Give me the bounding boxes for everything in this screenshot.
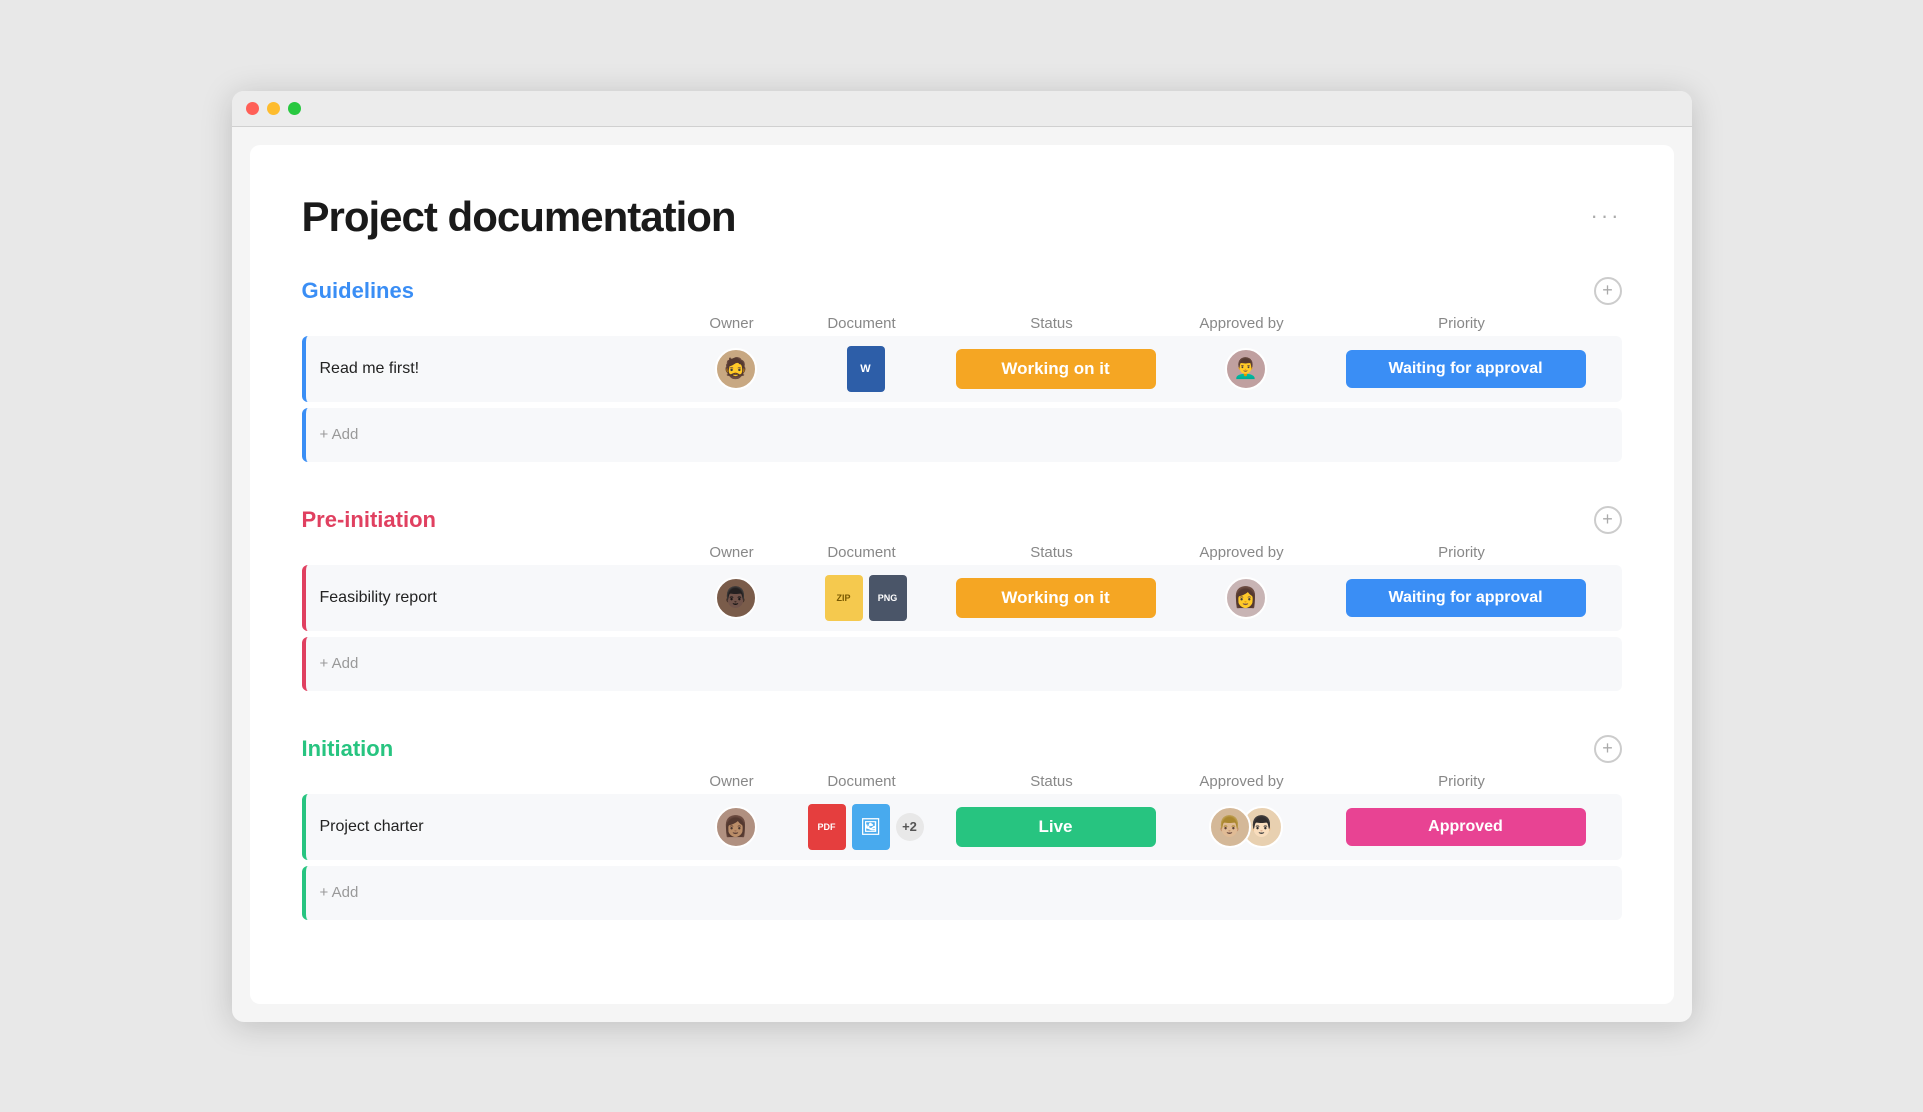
owner-cell: 🧔 [686,348,786,390]
status-cell: Working on it [946,349,1166,389]
owner-cell: 👩🏽 [686,806,786,848]
add-row[interactable]: + Add [302,408,1622,462]
more-options-button[interactable]: ··· [1591,203,1622,229]
col-status-label: Status [942,315,1162,332]
status-cell: Working on it [946,578,1166,618]
col-document-label: Document [782,315,942,332]
avatar: 👩🏽 [715,806,757,848]
priority-badge[interactable]: Waiting for approval [1346,579,1586,617]
owner-cell: 👨🏿 [686,577,786,619]
col-document-label: Document [782,544,942,561]
approved-cell: 👨🏼 👨🏻 [1166,806,1326,848]
priority-badge[interactable]: Waiting for approval [1346,350,1586,388]
priority-cell: Waiting for approval [1326,579,1606,617]
avatar: 🧔 [715,348,757,390]
pre-initiation-add-circle[interactable]: + [1594,506,1622,534]
status-cell: Live [946,807,1166,847]
col-status-label: Status [942,773,1162,790]
document-cell: ZIP PNG [786,575,946,621]
document-cell: W [786,346,946,392]
avatar: 👨🏿 [715,577,757,619]
app-window: Project documentation ··· Guidelines + O… [232,91,1692,1022]
guidelines-section: Guidelines + Owner Document Status Appro… [302,277,1622,462]
pre-initiation-header: Pre-initiation + [302,506,1622,534]
priority-cell: Waiting for approval [1326,350,1606,388]
word-file-icon: W [847,346,885,392]
col-owner-label: Owner [682,544,782,561]
add-label[interactable]: + Add [306,884,686,901]
col-priority-label: Priority [1322,773,1602,790]
close-button[interactable] [246,102,259,115]
task-name: Feasibility report [306,589,686,607]
file-icons-group: ZIP PNG [825,575,907,621]
table-row: Feasibility report 👨🏿 ZIP PNG Working on… [302,565,1622,631]
minimize-button[interactable] [267,102,280,115]
add-row[interactable]: + Add [302,637,1622,691]
col-name-label [302,544,682,561]
priority-badge[interactable]: Approved [1346,808,1586,846]
col-status-label: Status [942,544,1162,561]
col-document-label: Document [782,773,942,790]
pdf-file-icon: PDF [808,804,846,850]
task-name: Project charter [306,818,686,836]
table-row: Project charter 👩🏽 PDF 🖼 +2 Live [302,794,1622,860]
initiation-header: Initiation + [302,735,1622,763]
avatar-group: 👨🏼 👨🏻 [1209,806,1283,848]
page-title: Project documentation [302,193,736,241]
status-badge[interactable]: Working on it [956,578,1156,618]
pre-initiation-section: Pre-initiation + Owner Document Status A… [302,506,1622,691]
guidelines-add-circle[interactable]: + [1594,277,1622,305]
approved-cell: 👩 [1166,577,1326,619]
img-file-icon: 🖼 [852,804,890,850]
add-label[interactable]: + Add [306,426,686,443]
col-name-label [302,773,682,790]
initiation-col-headers: Owner Document Status Approved by Priori… [302,773,1622,794]
png-file-icon: PNG [869,575,907,621]
col-priority-label: Priority [1322,315,1602,332]
pre-initiation-title: Pre-initiation [302,507,436,533]
task-name: Read me first! [306,360,686,378]
titlebar [232,91,1692,127]
page-header: Project documentation ··· [302,193,1622,241]
status-badge[interactable]: Working on it [956,349,1156,389]
guidelines-title: Guidelines [302,278,414,304]
avatar: 👩 [1225,577,1267,619]
col-approved-label: Approved by [1162,315,1322,332]
pre-initiation-col-headers: Owner Document Status Approved by Priori… [302,544,1622,565]
status-badge[interactable]: Live [956,807,1156,847]
avatar: 👨🏼 [1209,806,1251,848]
file-count-badge: +2 [896,813,924,841]
zip-file-icon: ZIP [825,575,863,621]
file-icons-group: W [847,346,885,392]
document-cell: PDF 🖼 +2 [786,804,946,850]
approved-cell: 👨‍🦱 [1166,348,1326,390]
priority-cell: Approved [1326,808,1606,846]
col-owner-label: Owner [682,315,782,332]
col-approved-label: Approved by [1162,773,1322,790]
initiation-section: Initiation + Owner Document Status Appro… [302,735,1622,920]
initiation-title: Initiation [302,736,394,762]
col-owner-label: Owner [682,773,782,790]
col-approved-label: Approved by [1162,544,1322,561]
table-row: Read me first! 🧔 W Working on it 👨‍🦱 Wai… [302,336,1622,402]
guidelines-col-headers: Owner Document Status Approved by Priori… [302,315,1622,336]
maximize-button[interactable] [288,102,301,115]
guidelines-header: Guidelines + [302,277,1622,305]
col-priority-label: Priority [1322,544,1602,561]
main-content: Project documentation ··· Guidelines + O… [250,145,1674,1004]
initiation-add-circle[interactable]: + [1594,735,1622,763]
add-row[interactable]: + Add [302,866,1622,920]
file-icons-group: PDF 🖼 +2 [808,804,924,850]
avatar: 👨‍🦱 [1225,348,1267,390]
col-name-label [302,315,682,332]
add-label[interactable]: + Add [306,655,686,672]
